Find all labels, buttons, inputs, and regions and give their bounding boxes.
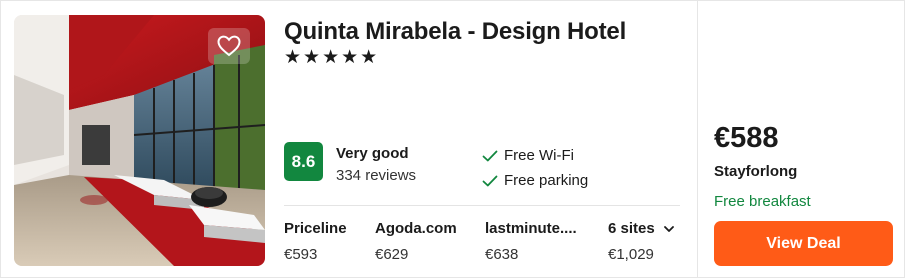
site-name: Agoda.com: [375, 220, 457, 237]
site-name: lastminute....: [485, 220, 577, 237]
hotel-name[interactable]: Quinta Mirabela - Design Hotel: [284, 18, 626, 46]
site-price: €593: [284, 246, 318, 263]
more-sites-label: 6 sites: [608, 220, 674, 237]
check-icon: [482, 150, 498, 161]
column-divider: [697, 1, 698, 278]
more-sites-dropdown[interactable]: 6 sites €1,029: [608, 220, 674, 263]
star-rating: ★★★★★: [284, 47, 380, 68]
site-name: 6 sites: [608, 220, 655, 237]
site-price: €1,029: [608, 246, 654, 263]
rating-label: Very good: [336, 145, 409, 162]
deal-provider: Stayforlong: [714, 163, 798, 180]
section-divider: [284, 205, 680, 206]
amenity-label: Free Wi-Fi: [504, 147, 574, 164]
amenity-parking: Free parking: [482, 172, 588, 189]
check-icon: [482, 175, 498, 186]
site-option-priceline[interactable]: Priceline €593: [284, 220, 347, 263]
hotel-result-card: Quinta Mirabela - Design Hotel ★★★★★ 8.6…: [0, 0, 905, 278]
site-name: Priceline: [284, 220, 347, 237]
favorite-button[interactable]: [208, 28, 250, 64]
site-option-agoda[interactable]: Agoda.com €629: [375, 220, 457, 263]
amenity-wifi: Free Wi-Fi: [482, 147, 574, 164]
deal-perk: Free breakfast: [714, 193, 811, 210]
rating-score-badge: 8.6: [284, 142, 323, 181]
site-option-lastminute[interactable]: lastminute.... €638: [485, 220, 577, 263]
chevron-down-icon: [663, 225, 674, 232]
heart-icon: [217, 35, 241, 57]
review-count[interactable]: 334 reviews: [336, 167, 416, 184]
amenity-label: Free parking: [504, 172, 589, 189]
site-price: €629: [375, 246, 409, 263]
site-price: €638: [485, 246, 519, 263]
deal-price: €588: [714, 122, 779, 154]
view-deal-button[interactable]: View Deal: [714, 221, 893, 266]
